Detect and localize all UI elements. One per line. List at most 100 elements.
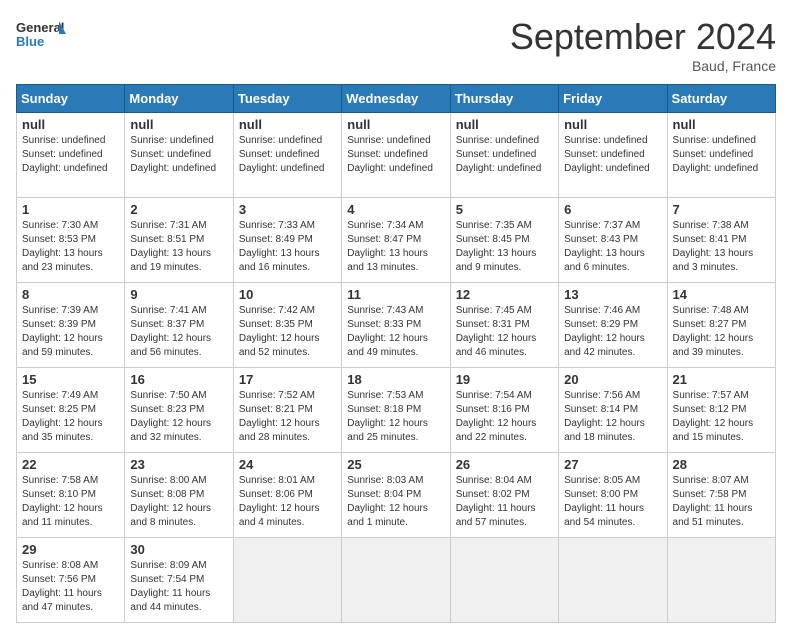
calendar-cell: 27 Sunrise: 8:05 AM Sunset: 8:00 PM Dayl… [559,453,667,538]
day-info: Sunrise: 7:52 AM Sunset: 8:21 PM Dayligh… [239,389,336,445]
calendar-cell [667,538,775,623]
day-info: Sunrise: 8:04 AM Sunset: 8:02 PM Dayligh… [456,474,553,530]
day-info: Sunrise: 7:49 AM Sunset: 8:25 PM Dayligh… [22,389,119,445]
title-block: September 2024 Baud, France [510,16,776,74]
day-info: Sunrise: 7:42 AM Sunset: 8:35 PM Dayligh… [239,304,336,360]
day-number: 26 [456,457,553,472]
day-info: Sunrise: 7:33 AM Sunset: 8:49 PM Dayligh… [239,219,336,275]
calendar-cell: 20 Sunrise: 7:56 AM Sunset: 8:14 PM Dayl… [559,368,667,453]
day-number: 24 [239,457,336,472]
day-info: Sunrise: 7:56 AM Sunset: 8:14 PM Dayligh… [564,389,661,445]
location: Baud, France [510,58,776,74]
day-number: 14 [673,287,770,302]
day-number: null [239,117,336,132]
day-info: Sunrise: 7:31 AM Sunset: 8:51 PM Dayligh… [130,219,227,275]
svg-text:General: General [16,20,64,35]
day-number: null [673,117,770,132]
calendar-cell: null Sunrise: undefined Sunset: undefine… [125,113,233,198]
calendar-cell: 29 Sunrise: 8:08 AM Sunset: 7:56 PM Dayl… [17,538,125,623]
calendar-cell [233,538,341,623]
day-number: null [564,117,661,132]
calendar-cell [450,538,558,623]
col-sunday: Sunday [17,85,125,113]
day-info: Sunrise: undefined Sunset: undefined Day… [673,134,770,176]
calendar-cell: 10 Sunrise: 7:42 AM Sunset: 8:35 PM Dayl… [233,283,341,368]
calendar-week-row: 1 Sunrise: 7:30 AM Sunset: 8:53 PM Dayli… [17,198,776,283]
day-info: Sunrise: 7:57 AM Sunset: 8:12 PM Dayligh… [673,389,770,445]
day-number: 20 [564,372,661,387]
day-info: Sunrise: 7:41 AM Sunset: 8:37 PM Dayligh… [130,304,227,360]
day-number: 25 [347,457,444,472]
day-info: Sunrise: undefined Sunset: undefined Day… [564,134,661,176]
calendar-cell: 3 Sunrise: 7:33 AM Sunset: 8:49 PM Dayli… [233,198,341,283]
day-number: 23 [130,457,227,472]
calendar-cell: null Sunrise: undefined Sunset: undefine… [667,113,775,198]
calendar-cell: 26 Sunrise: 8:04 AM Sunset: 8:02 PM Dayl… [450,453,558,538]
calendar-cell: null Sunrise: undefined Sunset: undefine… [342,113,450,198]
col-thursday: Thursday [450,85,558,113]
day-info: Sunrise: undefined Sunset: undefined Day… [347,134,444,176]
calendar-cell: 17 Sunrise: 7:52 AM Sunset: 8:21 PM Dayl… [233,368,341,453]
day-info: Sunrise: 8:00 AM Sunset: 8:08 PM Dayligh… [130,474,227,530]
day-number: 2 [130,202,227,217]
day-number: null [456,117,553,132]
calendar-week-row: 29 Sunrise: 8:08 AM Sunset: 7:56 PM Dayl… [17,538,776,623]
day-info: Sunrise: undefined Sunset: undefined Day… [239,134,336,176]
day-number: 22 [22,457,119,472]
day-info: Sunrise: 8:01 AM Sunset: 8:06 PM Dayligh… [239,474,336,530]
calendar-cell: 19 Sunrise: 7:54 AM Sunset: 8:16 PM Dayl… [450,368,558,453]
day-info: Sunrise: undefined Sunset: undefined Day… [22,134,119,176]
day-number: null [130,117,227,132]
svg-text:Blue: Blue [16,34,44,49]
day-info: Sunrise: 7:50 AM Sunset: 8:23 PM Dayligh… [130,389,227,445]
logo: General Blue [16,16,66,58]
day-info: Sunrise: 7:35 AM Sunset: 8:45 PM Dayligh… [456,219,553,275]
calendar-cell: null Sunrise: undefined Sunset: undefine… [233,113,341,198]
calendar-cell: 18 Sunrise: 7:53 AM Sunset: 8:18 PM Dayl… [342,368,450,453]
day-number: 10 [239,287,336,302]
day-number: 6 [564,202,661,217]
day-info: Sunrise: undefined Sunset: undefined Day… [456,134,553,176]
day-info: Sunrise: 7:46 AM Sunset: 8:29 PM Dayligh… [564,304,661,360]
day-number: 28 [673,457,770,472]
day-info: Sunrise: 7:58 AM Sunset: 8:10 PM Dayligh… [22,474,119,530]
calendar-cell: 16 Sunrise: 7:50 AM Sunset: 8:23 PM Dayl… [125,368,233,453]
day-info: Sunrise: 7:48 AM Sunset: 8:27 PM Dayligh… [673,304,770,360]
calendar-cell: 8 Sunrise: 7:39 AM Sunset: 8:39 PM Dayli… [17,283,125,368]
day-number: null [347,117,444,132]
calendar-cell: 22 Sunrise: 7:58 AM Sunset: 8:10 PM Dayl… [17,453,125,538]
day-number: 15 [22,372,119,387]
day-number: 8 [22,287,119,302]
day-number: 3 [239,202,336,217]
calendar-cell: 21 Sunrise: 7:57 AM Sunset: 8:12 PM Dayl… [667,368,775,453]
calendar-cell: 6 Sunrise: 7:37 AM Sunset: 8:43 PM Dayli… [559,198,667,283]
col-wednesday: Wednesday [342,85,450,113]
calendar-cell: 1 Sunrise: 7:30 AM Sunset: 8:53 PM Dayli… [17,198,125,283]
day-number: 9 [130,287,227,302]
calendar-cell: 5 Sunrise: 7:35 AM Sunset: 8:45 PM Dayli… [450,198,558,283]
day-number: 29 [22,542,119,557]
calendar-header-row: Sunday Monday Tuesday Wednesday Thursday… [17,85,776,113]
calendar-cell: 15 Sunrise: 7:49 AM Sunset: 8:25 PM Dayl… [17,368,125,453]
day-info: Sunrise: 8:09 AM Sunset: 7:54 PM Dayligh… [130,559,227,615]
day-info: Sunrise: 7:38 AM Sunset: 8:41 PM Dayligh… [673,219,770,275]
day-number: 17 [239,372,336,387]
calendar-cell: 30 Sunrise: 8:09 AM Sunset: 7:54 PM Dayl… [125,538,233,623]
day-info: Sunrise: 7:34 AM Sunset: 8:47 PM Dayligh… [347,219,444,275]
calendar-week-row: 22 Sunrise: 7:58 AM Sunset: 8:10 PM Dayl… [17,453,776,538]
day-info: Sunrise: 7:30 AM Sunset: 8:53 PM Dayligh… [22,219,119,275]
day-number: 4 [347,202,444,217]
calendar-week-row: 15 Sunrise: 7:49 AM Sunset: 8:25 PM Dayl… [17,368,776,453]
day-number: 1 [22,202,119,217]
col-friday: Friday [559,85,667,113]
calendar-cell [559,538,667,623]
day-number: 7 [673,202,770,217]
calendar-cell: 12 Sunrise: 7:45 AM Sunset: 8:31 PM Dayl… [450,283,558,368]
day-number: 18 [347,372,444,387]
day-info: Sunrise: 7:54 AM Sunset: 8:16 PM Dayligh… [456,389,553,445]
day-number: 13 [564,287,661,302]
page-header: General Blue September 2024 Baud, France [16,16,776,74]
calendar-cell [342,538,450,623]
day-number: 11 [347,287,444,302]
day-info: Sunrise: 7:39 AM Sunset: 8:39 PM Dayligh… [22,304,119,360]
